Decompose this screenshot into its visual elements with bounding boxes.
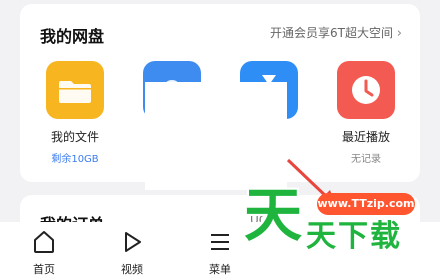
nav-menu[interactable]: 菜单 bbox=[190, 222, 250, 278]
nav-home[interactable]: 首页 bbox=[14, 222, 74, 278]
play-icon bbox=[102, 229, 162, 259]
nav-video-label: 视频 bbox=[121, 263, 143, 276]
watermark-text: 天下载 bbox=[306, 219, 402, 254]
menu-icon bbox=[190, 229, 250, 259]
watermark-big-char: 天 bbox=[244, 181, 303, 249]
nav-menu-label: 菜单 bbox=[209, 263, 231, 276]
home-icon bbox=[14, 229, 74, 259]
nav-home-label: 首页 bbox=[33, 263, 55, 276]
nav-video[interactable]: 视频 bbox=[102, 222, 162, 278]
watermark-site: www.TTzip.com bbox=[317, 193, 415, 215]
